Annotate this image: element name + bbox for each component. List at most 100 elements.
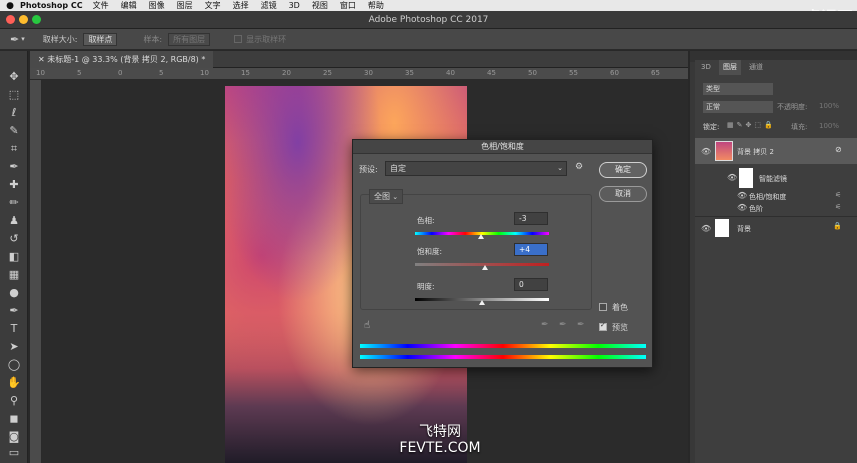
lightness-value-input[interactable]: 0 [514, 278, 548, 291]
tab-channels[interactable]: 通道 [745, 60, 767, 75]
kind-filter-select[interactable]: 类型 [703, 83, 773, 95]
menu-app-name[interactable]: Photoshop CC [20, 1, 83, 10]
preset-value: 自定 [390, 164, 406, 173]
filter-row-hue-saturation[interactable]: 👁 色相/饱和度 ⚟ [695, 190, 857, 202]
watermark: 飞特网 FEVTE.COM [380, 424, 500, 456]
cancel-button[interactable]: 取消 [599, 186, 647, 202]
eyedropper-tool-icon[interactable]: ✒ [10, 33, 19, 46]
healing-brush-icon[interactable]: ✚ [4, 177, 24, 192]
layer-row-background-copy-2[interactable]: 👁 背景 拷贝 2 ⊘ [695, 138, 857, 164]
layer-name: 背景 拷贝 2 [737, 148, 774, 156]
filter-row-levels[interactable]: 👁 色阶 ⚟ [695, 202, 857, 214]
hand-tool-icon[interactable]: ✋ [4, 375, 24, 390]
move-tool-icon[interactable]: ✥ [4, 69, 24, 84]
menu-type[interactable]: 文字 [205, 0, 221, 11]
sample-select[interactable]: 所有图层 [168, 32, 211, 46]
eye-icon[interactable]: 👁 [737, 191, 747, 200]
targeted-adjustment-hand-icon[interactable]: ☝ [364, 320, 370, 331]
menu-3d[interactable]: 3D [289, 1, 300, 10]
eyedropper-subtract-icon[interactable]: ✒ [577, 320, 585, 330]
gradient-tool-icon[interactable]: ▦ [4, 267, 24, 282]
brush-tool-icon[interactable]: ✏ [4, 195, 24, 210]
document-tab[interactable]: ✕ 未标题-1 @ 33.3% (背景 拷贝 2, RGB/8) * [30, 51, 214, 68]
lightness-slider-thumb[interactable] [479, 300, 485, 305]
eye-icon[interactable]: 👁 [701, 224, 711, 233]
document-tab-title: 未标题-1 @ 33.3% (背景 拷贝 2, RGB/8) * [47, 55, 206, 64]
menu-view[interactable]: 视图 [312, 0, 328, 11]
menu-image[interactable]: 图像 [149, 0, 165, 11]
menu-file[interactable]: 文件 [93, 0, 109, 11]
filter-options-icon[interactable]: ⚟ [835, 191, 841, 199]
menu-window[interactable]: 窗口 [340, 0, 356, 11]
eye-icon[interactable]: 👁 [737, 203, 747, 212]
opacity-value[interactable]: 100% [819, 102, 839, 110]
saturation-value-input[interactable]: +4 [514, 243, 548, 256]
colorize-checkbox[interactable] [599, 303, 607, 311]
tab-3d[interactable]: 3D [697, 60, 715, 75]
preview-checkbox[interactable] [599, 321, 607, 331]
lock-icons[interactable]: ▦✎✥⬚🔒 [727, 121, 776, 129]
apple-icon[interactable]: ● [0, 1, 20, 11]
ruler-tick-label: 10 [200, 69, 209, 77]
eyedropper-icon[interactable]: ✒ [4, 159, 24, 174]
menu-help[interactable]: 帮助 [368, 0, 384, 11]
quick-mask-icon[interactable]: ◙ [4, 429, 24, 444]
sample-label: 样本: [143, 34, 163, 44]
hue-slider-thumb[interactable] [477, 234, 484, 239]
sample-size-select[interactable]: 取样点 [83, 32, 118, 46]
tab-layers[interactable]: 图层 [719, 60, 741, 75]
menu-edit[interactable]: 编辑 [121, 0, 137, 11]
menu-filter[interactable]: 滤镜 [261, 0, 277, 11]
adjustment-group: 全图 ⌄ 色相: -3 饱和度: +4 明度: 0 [360, 189, 592, 310]
screen-mode-icon[interactable]: ▭ [4, 445, 24, 460]
crop-tool-icon[interactable]: ⌗ [4, 141, 24, 156]
menu-select[interactable]: 选择 [233, 0, 249, 11]
filter-options-icon[interactable]: ⚟ [835, 203, 841, 211]
fill-label: 填充: [791, 123, 808, 131]
zoom-tool-icon[interactable]: ⚲ [4, 393, 24, 408]
window-titlebar: Adobe Photoshop CC 2017 [0, 11, 857, 29]
ruler-tick-label: 30 [364, 69, 373, 77]
close-tab-icon[interactable]: ✕ [38, 55, 47, 64]
minimize-window-button[interactable] [19, 15, 28, 24]
close-window-button[interactable] [6, 15, 15, 24]
filter-mask-thumbnail [739, 168, 753, 188]
preset-select[interactable]: 自定 ⌄ [385, 161, 567, 176]
ok-button[interactable]: 确定 [599, 162, 647, 178]
eye-icon[interactable]: 👁 [727, 173, 737, 182]
lasso-tool-icon[interactable]: ℓ [4, 105, 24, 120]
lock-icon: 🔒 [833, 222, 842, 230]
history-brush-icon[interactable]: ↺ [4, 231, 24, 246]
shape-tool-icon[interactable]: ◯ [4, 357, 24, 372]
saturation-slider-thumb[interactable] [481, 265, 488, 270]
channel-select[interactable]: 全图 ⌄ [369, 189, 404, 204]
eyedropper-icon[interactable]: ✒ [541, 320, 549, 330]
eyedropper-add-icon[interactable]: ✒ [559, 320, 567, 330]
chevron-down-icon[interactable]: ▾ [21, 35, 25, 43]
ruler-tick-label: 5 [77, 69, 82, 77]
preset-options-gear-icon[interactable]: ⚙ [575, 162, 583, 172]
smart-filters-row[interactable]: 👁 智能滤镜 [695, 166, 857, 190]
quick-select-tool-icon[interactable]: ✎ [4, 123, 24, 138]
layer-row-background[interactable]: 👁 背景 🔒 [695, 216, 857, 238]
pen-tool-icon[interactable]: ✒ [4, 303, 24, 318]
zoom-window-button[interactable] [32, 15, 41, 24]
hue-value-input[interactable]: -3 [514, 212, 548, 225]
menu-layer[interactable]: 图层 [177, 0, 193, 11]
path-select-icon[interactable]: ➤ [4, 339, 24, 354]
blend-mode-select[interactable]: 正常 [703, 101, 773, 113]
preset-label: 预设: [359, 165, 378, 174]
marquee-tool-icon[interactable]: ⬚ [4, 87, 24, 102]
fill-value[interactable]: 100% [819, 122, 839, 130]
eraser-tool-icon[interactable]: ◧ [4, 249, 24, 264]
dodge-tool-icon[interactable]: ● [4, 285, 24, 300]
eye-icon[interactable]: 👁 [701, 147, 711, 156]
lock-label: 锁定: [703, 123, 720, 131]
type-tool-icon[interactable]: T [4, 321, 24, 336]
ruler-tick-label: 35 [405, 69, 414, 77]
blend-row: 正常 不透明度: 100% [695, 100, 857, 114]
stamp-tool-icon[interactable]: ♟ [4, 213, 24, 228]
show-ring-checkbox[interactable] [234, 35, 243, 43]
foreground-background-colors-icon[interactable]: ◼ [4, 411, 24, 426]
layers-panel: 3D 图层 通道 类型 正常 不透明度: 100% 锁定: ▦✎✥⬚🔒 填充: … [695, 60, 857, 463]
